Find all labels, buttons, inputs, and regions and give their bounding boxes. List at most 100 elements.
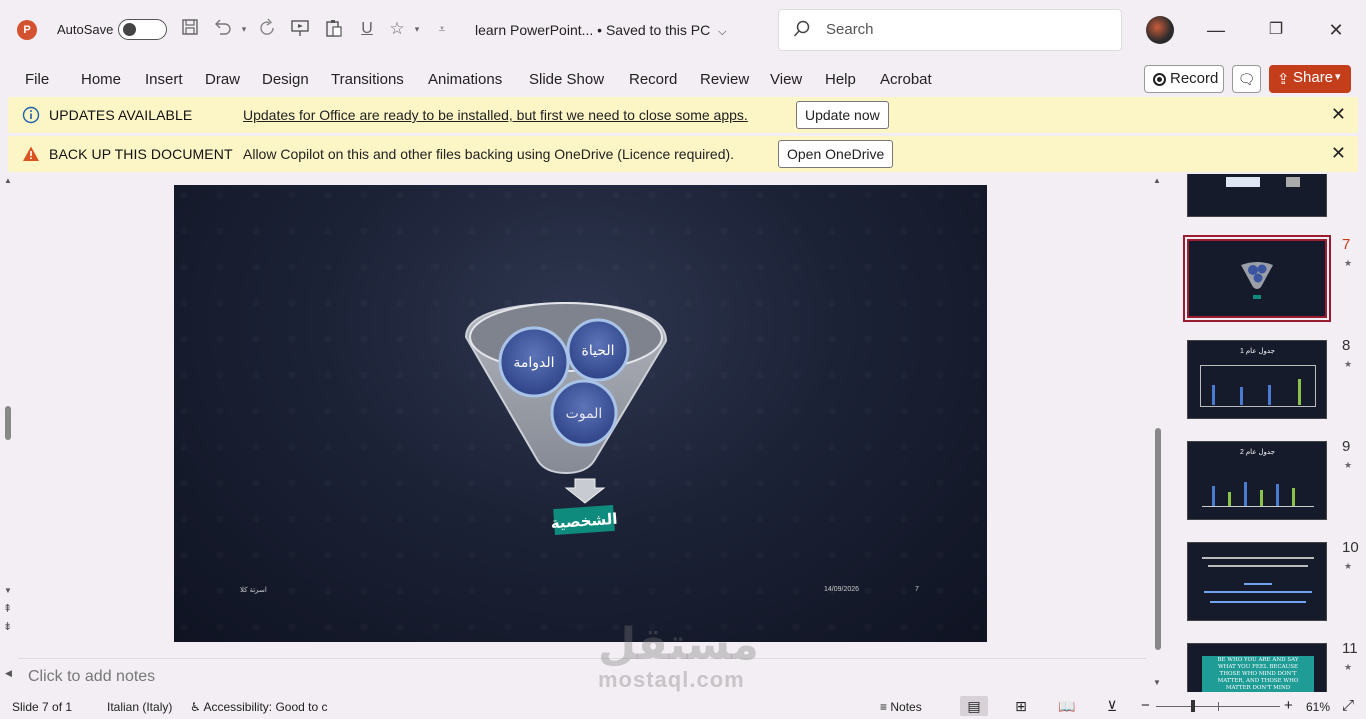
info-icon	[22, 106, 40, 124]
title-chevron-down-icon: ⌵	[718, 26, 727, 38]
tab-slide-show[interactable]: Slide Show	[529, 71, 604, 88]
slide-thumbnails-pane[interactable]: ▲ ▼ 7 ★ جدول عام 1 8 ★ جدول عام 2 9 ★ 10…	[1146, 174, 1366, 692]
record-icon	[1153, 73, 1166, 86]
tab-design[interactable]: Design	[262, 71, 309, 88]
normal-view-icon[interactable]: ▤	[960, 696, 988, 716]
tab-view[interactable]: View	[770, 71, 802, 88]
slide-footer-page: 7	[915, 586, 919, 593]
notes-toggle-button[interactable]: ≡ Notes	[880, 700, 922, 714]
slide-footer-text: اسرتة كلا	[240, 587, 267, 594]
scroll-down-icon[interactable]: ▼	[4, 586, 12, 595]
accessibility-status[interactable]: ♿ Accessibility: Good to c	[190, 700, 328, 714]
autosave-toggle[interactable]	[118, 19, 167, 40]
tab-transitions[interactable]: Transitions	[331, 71, 404, 88]
zoom-out-icon[interactable]: −	[1141, 697, 1150, 714]
funnel-circle-3: الموت	[550, 379, 618, 447]
undo-icon[interactable]	[211, 18, 233, 40]
thumbnails-scrollbar[interactable]: ▲ ▼	[1151, 174, 1163, 692]
warning-icon	[23, 146, 39, 161]
share-button[interactable]: ⇪ Share ▾	[1269, 65, 1351, 93]
updates-notice-bar: UPDATES AVAILABLE Updates for Office are…	[8, 97, 1358, 133]
next-slide-icon[interactable]: ⇟	[3, 620, 12, 633]
search-icon	[793, 20, 810, 37]
slide-vertical-scrollbar[interactable]: ▲ ▼ ⇞ ⇟	[0, 174, 18, 658]
tab-review[interactable]: Review	[700, 71, 749, 88]
comments-button[interactable]: 🗨	[1232, 65, 1261, 93]
slide-thumbnail-9[interactable]: جدول عام 2	[1187, 441, 1327, 520]
scroll-down-icon[interactable]: ▼	[1153, 678, 1161, 687]
close-icon[interactable]: ✕	[1331, 104, 1346, 125]
notice-title: UPDATES AVAILABLE	[49, 107, 193, 123]
down-arrow-icon	[564, 478, 606, 504]
restore-icon[interactable]: ❐	[1262, 16, 1290, 44]
backup-notice-bar: BACK UP THIS DOCUMENT Allow Copilot on t…	[8, 136, 1358, 172]
slide-number-11: 11	[1342, 640, 1358, 657]
highlight-dropdown-chevron-icon[interactable]: ▾	[406, 18, 428, 40]
current-slide[interactable]: الحياة الدوامة الموت الشخصية اسرتة كلا 1…	[174, 185, 987, 642]
paste-icon[interactable]	[323, 18, 345, 40]
document-title[interactable]: learn PowerPoint... • Saved to this PC ⌵	[475, 22, 726, 39]
scroll-up-icon[interactable]: ▲	[4, 176, 12, 185]
slide-thumbnail-6[interactable]	[1187, 174, 1327, 217]
tab-home[interactable]: Home	[81, 71, 121, 88]
previous-slide-icon[interactable]: ⇞	[3, 602, 12, 615]
slide-number-10: 10	[1342, 539, 1359, 556]
slide-sorter-view-icon[interactable]: ⊞	[1007, 696, 1035, 716]
scroll-up-icon[interactable]: ▲	[1153, 176, 1161, 185]
slide-thumbnail-7[interactable]	[1185, 237, 1329, 320]
slide-counter[interactable]: Slide 7 of 1	[12, 700, 72, 714]
svg-text:الحياة: الحياة	[581, 343, 614, 359]
scrollbar-thumb[interactable]	[5, 406, 11, 440]
customize-qat-icon[interactable]: ⩡	[431, 18, 453, 40]
scrollbar-thumb[interactable]	[1155, 428, 1161, 650]
animation-star-icon: ★	[1344, 359, 1353, 369]
record-button[interactable]: Record	[1144, 65, 1224, 93]
funnel-circle-2: الدوامة	[498, 326, 570, 398]
slide-thumbnail-11[interactable]: BE WHO YOU ARE AND SAY WHAT YOU FEEL BEC…	[1187, 643, 1327, 692]
tab-record[interactable]: Record	[629, 71, 677, 88]
zoom-percent[interactable]: 61%	[1306, 700, 1330, 714]
close-icon[interactable]: ✕	[1322, 16, 1350, 44]
animation-star-icon: ★	[1344, 258, 1353, 268]
zoom-slider-handle[interactable]	[1191, 700, 1196, 712]
underline-icon[interactable]: U	[356, 18, 378, 40]
powerpoint-logo-icon: P	[17, 20, 37, 40]
update-now-button[interactable]: Update now	[796, 101, 889, 129]
save-icon[interactable]	[179, 18, 201, 40]
language-status[interactable]: Italian (Italy)	[107, 700, 172, 714]
close-icon[interactable]: ✕	[1331, 143, 1346, 164]
notes-scroll-left-icon[interactable]: ◀	[0, 658, 18, 692]
notes-pane[interactable]: Click to add notes	[18, 658, 1146, 692]
animation-star-icon: ★	[1344, 662, 1353, 672]
result-label: الشخصية	[550, 504, 618, 536]
title-bar: P AutoSave ▾ U ☆ ▾ ⩡ learn PowerPoint...…	[0, 0, 1366, 60]
svg-text:الدوامة: الدوامة	[513, 355, 554, 371]
slide-thumbnail-10[interactable]	[1187, 542, 1327, 621]
notice-message-link[interactable]: Updates for Office are ready to be insta…	[243, 107, 748, 123]
tab-file[interactable]: File	[25, 71, 49, 88]
funnel-diagram: الحياة الدوامة الموت الشخصية	[464, 301, 668, 536]
undo-dropdown-chevron-icon[interactable]: ▾	[233, 18, 255, 40]
tab-acrobat[interactable]: Acrobat	[880, 71, 932, 88]
slide-number-7: 7	[1342, 236, 1351, 253]
highlight-icon[interactable]: ☆	[386, 18, 408, 40]
notice-title: BACK UP THIS DOCUMENT	[49, 146, 233, 162]
slide-thumbnail-8[interactable]: جدول عام 1	[1187, 340, 1327, 419]
fit-to-window-icon[interactable]: ⤢	[1342, 697, 1354, 714]
slide-number-8: 8	[1342, 337, 1351, 354]
open-onedrive-button[interactable]: Open OneDrive	[778, 140, 894, 168]
funnel-circle-1: الحياة	[566, 318, 630, 382]
zoom-in-icon[interactable]: +	[1284, 697, 1293, 714]
tab-animations[interactable]: Animations	[428, 71, 502, 88]
redo-icon[interactable]	[256, 18, 278, 40]
comment-icon: 🗨	[1237, 71, 1256, 87]
slide-show-view-icon[interactable]: ⊻	[1098, 696, 1126, 716]
tab-draw[interactable]: Draw	[205, 71, 240, 88]
user-avatar[interactable]	[1146, 16, 1174, 44]
reading-view-icon[interactable]: 📖	[1053, 696, 1081, 716]
present-from-start-icon[interactable]	[289, 18, 311, 40]
tab-help[interactable]: Help	[825, 71, 856, 88]
search-input[interactable]: Search	[778, 9, 1122, 51]
minimize-icon[interactable]: —	[1202, 16, 1230, 44]
tab-insert[interactable]: Insert	[145, 71, 183, 88]
